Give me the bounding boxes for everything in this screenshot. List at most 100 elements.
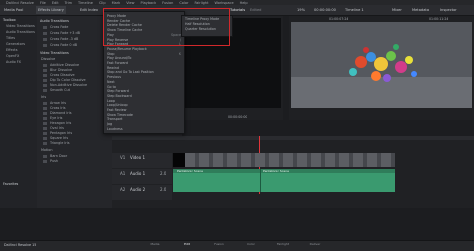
sidebar-item[interactable]: Audio FX (6, 60, 21, 65)
effect-label: Push (50, 159, 59, 163)
timeline-ruler[interactable] (112, 136, 474, 140)
highlight-box (103, 8, 230, 46)
sidebar-item[interactable]: Video Transitions (6, 24, 35, 29)
effect-item[interactable]: Triangle Iris (40, 141, 100, 146)
effect-label: Cross Fade -3 dB (50, 37, 79, 41)
menu-item[interactable]: Pause/Resume Playback (107, 47, 147, 51)
effect-item[interactable]: Smooth Cut (40, 88, 100, 93)
track-header-v1: V1 Video 1 (112, 153, 172, 168)
section-header: Audio Transitions (40, 19, 69, 23)
effect-thumb (43, 69, 47, 72)
page-tab-edit[interactable]: Edit (180, 242, 194, 246)
menu-item[interactable]: Stop and Go To Last Position (107, 70, 154, 74)
project-title: Tutorials (230, 8, 246, 12)
effect-thumb (43, 44, 47, 47)
menu-item[interactable]: Transport (107, 117, 122, 121)
source-timecode: 00:00:00:00 (228, 115, 248, 119)
menu-item[interactable]: Go to (107, 85, 116, 89)
page-tab-media[interactable]: Media (148, 242, 162, 246)
effect-thumb (43, 26, 47, 29)
menu-item[interactable]: Next (107, 80, 115, 84)
sidebar-item[interactable]: Generators (6, 42, 25, 47)
app-name: DaVinci Resolve 15 (4, 243, 37, 247)
effect-thumb (43, 132, 47, 135)
viewer-end-timecode: 01:00:11:24 (429, 17, 449, 21)
effect-label: Cross Fade (50, 25, 69, 29)
track-name: Audio 2 (130, 187, 146, 192)
menu-item[interactable]: Play Around/To (107, 56, 131, 60)
metadata-button[interactable]: Metadata (412, 6, 429, 14)
effect-thumb (43, 122, 47, 125)
sidebar-item[interactable]: Audio Transitions (6, 30, 35, 35)
effect-item[interactable]: Cross Fade (40, 25, 100, 30)
menu-item[interactable]: Fast Forward (107, 61, 128, 65)
effect-thumb (43, 112, 47, 115)
timeline-viewer[interactable]: 01:00:07:24 01:00:11:24 (289, 16, 474, 120)
effect-label: Triangle Iris (50, 141, 70, 145)
subsection-header: Dissolve (41, 57, 56, 61)
effect-thumb (43, 102, 47, 105)
page-tab-deliver[interactable]: Deliver (308, 242, 322, 246)
video-clip[interactable] (185, 153, 395, 167)
inspector-button[interactable]: Inspector (440, 6, 457, 14)
effect-thumb (43, 89, 47, 92)
viewer-timecode: 01:00:07:24 (329, 17, 349, 21)
effect-thumb (43, 79, 47, 82)
effect-item[interactable]: Cross Fade 0 dB (40, 43, 100, 48)
page-navigation: DaVinci Resolve 15 Media Edit Fusion Color F… (0, 240, 474, 251)
favorites-label: Favorites (3, 182, 19, 186)
zoom-level[interactable]: 19% (297, 6, 305, 14)
section-header: Video Transitions (40, 51, 69, 55)
toolbar: Media Pool Effects Library Edit Index Tu… (0, 5, 474, 16)
menu-item[interactable]: Fast Review (107, 108, 126, 112)
subsection-header: Iris (41, 95, 47, 99)
page-tab-fairlight[interactable]: Fairlight (276, 242, 290, 246)
effect-thumb (43, 74, 47, 77)
audio-clip[interactable]: Pentatonic Scene Pentatonic Scene (173, 169, 395, 192)
track-level: 2.0 (160, 171, 167, 176)
effect-thumb (43, 117, 47, 120)
menu-item[interactable]: Rewind (107, 66, 119, 70)
sidebar-item[interactable]: OpenFX (6, 54, 19, 59)
timeline-name[interactable]: Timeline 1 (345, 6, 364, 14)
menu-item[interactable]: Loudness (107, 127, 123, 131)
menu-item[interactable]: Loop/Unloop (107, 103, 128, 107)
toolbox-label[interactable]: Toolbox (3, 18, 16, 23)
effect-item[interactable]: Cross Fade +3 dB (40, 31, 100, 36)
page-tab-color[interactable]: Color (244, 242, 258, 246)
timeline-panel[interactable]: V1 Video 1 A1 Audio 1 2.0 A2 Audio 2 2.0… (112, 136, 474, 208)
video-clip-black[interactable] (173, 153, 185, 167)
page-tab-fusion[interactable]: Fusion (212, 242, 226, 246)
mixer-button[interactable]: Mixer (392, 6, 402, 14)
audio-clip-label: Pentatonic Scene (177, 169, 203, 173)
effect-label: Cross Fade 0 dB (50, 43, 78, 47)
menu-item[interactable]: Step Forward (107, 89, 129, 93)
sidebar-item[interactable]: Effects (6, 48, 18, 53)
media-pool-button[interactable]: Media Pool (4, 6, 23, 14)
menu-item[interactable]: Jog (107, 122, 112, 126)
effect-thumb (43, 155, 47, 158)
menu-item[interactable]: Show Timecode (107, 113, 133, 117)
effect-thumb (43, 107, 47, 110)
effect-label: Cross Fade +3 dB (50, 31, 80, 35)
track-id: A1 (120, 171, 126, 176)
edit-index-button[interactable]: Edit Index (80, 6, 98, 14)
menu-shortcut: K (178, 51, 181, 56)
track-name: Video 1 (130, 155, 146, 160)
sidebar-item[interactable]: Titles (6, 36, 15, 41)
effect-item[interactable]: Push (40, 159, 100, 164)
track-id: A2 (120, 187, 126, 192)
subsection-header: Motion (41, 148, 53, 152)
effect-thumb (43, 32, 47, 35)
effect-thumb (43, 160, 47, 163)
effect-thumb (43, 38, 47, 41)
menu-item[interactable]: Loop (107, 99, 115, 103)
effects-library-button[interactable]: Effects Library (36, 6, 66, 14)
menu-item[interactable]: Step Backward (107, 94, 132, 98)
menu-item[interactable]: Previous (107, 75, 121, 79)
edited-status: Edited (250, 8, 262, 12)
effect-thumb (43, 64, 47, 67)
track-level: 2.0 (160, 187, 167, 192)
menu-item[interactable]: Stop (107, 52, 115, 56)
effect-item[interactable]: Cross Fade -3 dB (40, 37, 100, 42)
